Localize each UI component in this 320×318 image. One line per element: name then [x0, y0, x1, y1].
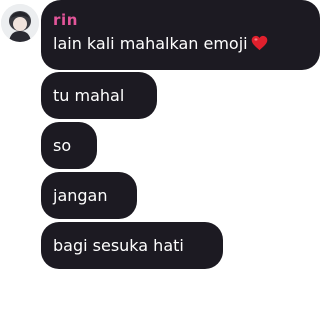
message-bubble[interactable]: tu mahal: [41, 72, 157, 119]
message-bubble[interactable]: rin lain kali mahalkan emoji: [41, 0, 320, 70]
message-text: so: [53, 135, 72, 155]
message-text: lain kali mahalkan emoji: [53, 34, 268, 56]
message-text: bagi sesuka hati: [53, 235, 184, 255]
message-bubble[interactable]: so: [41, 122, 97, 169]
message-text: tu mahal: [53, 85, 125, 105]
sender-avatar[interactable]: [1, 4, 39, 42]
message-bubble[interactable]: jangan: [41, 172, 137, 219]
message-text: jangan: [53, 185, 108, 205]
red-heart-emoji-icon: [251, 35, 268, 56]
sender-name: rin: [53, 11, 79, 29]
message-bubble[interactable]: bagi sesuka hati: [41, 222, 223, 269]
message-text-content: lain kali mahalkan emoji: [53, 34, 248, 53]
avatar-image: [1, 4, 39, 42]
